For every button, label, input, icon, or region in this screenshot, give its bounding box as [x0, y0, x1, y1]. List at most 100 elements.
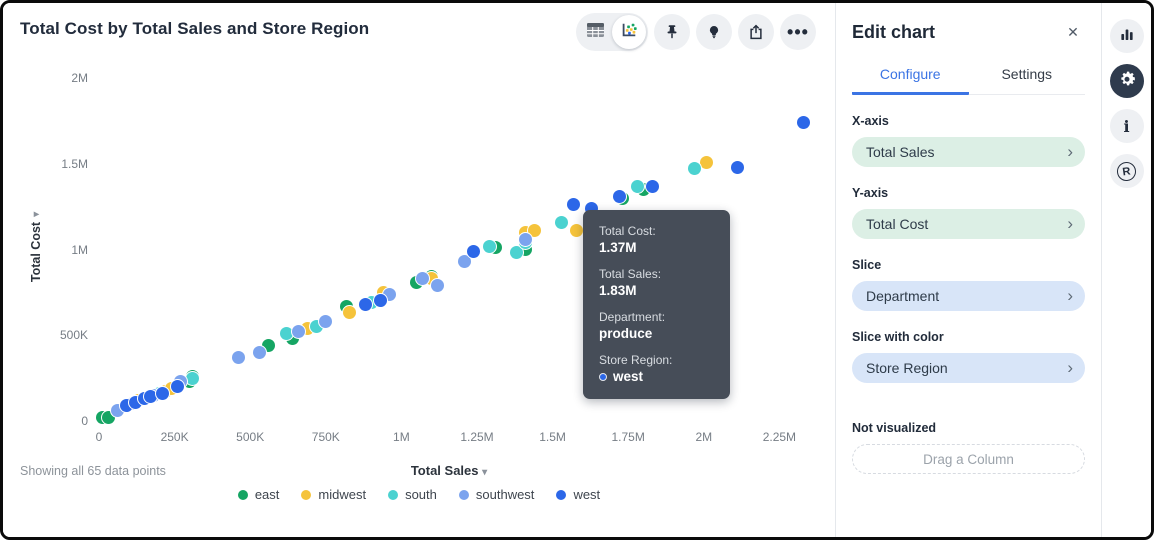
- chart-card: Total Cost by Total Sales and Store Regi…: [3, 3, 835, 537]
- r-logo-icon: R: [1116, 160, 1137, 181]
- legend-dot: [301, 490, 311, 500]
- chevron-down-icon: ▾: [31, 212, 42, 217]
- legend-label: west: [573, 487, 600, 502]
- chevron-right-icon: ›: [1067, 215, 1073, 232]
- info-icon: i: [1123, 117, 1129, 136]
- data-point-south[interactable]: [510, 246, 523, 259]
- y-tick-label: 500K: [3, 328, 88, 342]
- chevron-right-icon: ›: [1067, 359, 1073, 376]
- settings-rail-button[interactable]: [1110, 64, 1144, 98]
- data-point-south[interactable]: [631, 180, 644, 193]
- legend-dot: [388, 490, 398, 500]
- info-rail-button[interactable]: i: [1110, 109, 1144, 143]
- y-tick-label: 2M: [3, 71, 88, 85]
- data-point-west[interactable]: [567, 198, 580, 211]
- panel-tabs: Configure Settings: [852, 58, 1085, 95]
- data-point-southwest[interactable]: [319, 315, 332, 328]
- x-tick-label: 2M: [669, 430, 739, 444]
- chart-legend: east midwest south southwest west: [3, 487, 835, 502]
- chevron-down-icon: ▾: [482, 467, 487, 478]
- y-tick-label: 1.5M: [3, 157, 88, 171]
- data-point-south[interactable]: [280, 327, 293, 340]
- panel-title: Edit chart: [852, 22, 935, 43]
- chart-tooltip: Total Cost: 1.37M Total Sales: 1.83M Dep…: [583, 210, 730, 399]
- data-point-west[interactable]: [374, 294, 387, 307]
- data-point-west[interactable]: [359, 298, 372, 311]
- chart-rail-button[interactable]: [1110, 19, 1144, 53]
- legend-dot: [556, 490, 566, 500]
- slice-field-pill[interactable]: Department ›: [852, 281, 1085, 311]
- x-tick-label: 250K: [140, 430, 210, 444]
- data-point-west[interactable]: [731, 161, 744, 174]
- x-axis-section: X-axis Total Sales ›: [852, 114, 1085, 167]
- x-tick-label: 0: [64, 430, 134, 444]
- tooltip-row: Total Cost: 1.37M: [599, 223, 714, 257]
- data-point-south[interactable]: [186, 372, 199, 385]
- data-point-south[interactable]: [483, 240, 496, 253]
- legend-item-midwest[interactable]: midwest: [301, 487, 366, 502]
- legend-label: east: [255, 487, 280, 502]
- legend-label: southwest: [476, 487, 535, 502]
- data-point-midwest[interactable]: [570, 224, 583, 237]
- data-point-southwest[interactable]: [431, 279, 444, 292]
- close-panel-button[interactable]: ✕: [1061, 20, 1085, 44]
- legend-item-southwest[interactable]: southwest: [459, 487, 535, 502]
- app-window: Total Cost by Total Sales and Store Regi…: [0, 0, 1154, 540]
- data-point-midwest[interactable]: [343, 306, 356, 319]
- legend-item-east[interactable]: east: [238, 487, 280, 502]
- data-point-south[interactable]: [688, 162, 701, 175]
- data-point-southwest[interactable]: [253, 346, 266, 359]
- not-visualized-section: Not visualized Drag a Column: [852, 421, 1085, 474]
- edit-chart-panel: Edit chart ✕ Configure Settings X-axis T…: [835, 3, 1101, 537]
- plot-area: Total Cost ▾ Total Cost: 1.37M Total Sal…: [3, 3, 835, 537]
- data-point-west[interactable]: [797, 116, 810, 129]
- x-axis-field-dropdown[interactable]: Total Sales ▾: [99, 463, 799, 478]
- data-point-southwest[interactable]: [292, 325, 305, 338]
- y-axis-section: Y-axis Total Cost ›: [852, 186, 1085, 239]
- x-axis-label: Total Sales: [411, 463, 479, 478]
- chevron-right-icon: ›: [1067, 287, 1073, 304]
- data-point-midwest[interactable]: [700, 156, 713, 169]
- x-tick-label: 500K: [215, 430, 285, 444]
- data-point-west[interactable]: [156, 387, 169, 400]
- tooltip-row: Store Region: west: [599, 352, 714, 386]
- r-analysis-rail-button[interactable]: R: [1110, 154, 1144, 188]
- x-axis-field-pill[interactable]: Total Sales ›: [852, 137, 1085, 167]
- x-tick-label: 750K: [291, 430, 361, 444]
- close-icon: ✕: [1067, 24, 1079, 41]
- x-tick-label: 1.25M: [442, 430, 512, 444]
- data-point-west[interactable]: [646, 180, 659, 193]
- slice-section: Slice Department ›: [852, 258, 1085, 311]
- panel-header: Edit chart ✕: [836, 3, 1101, 44]
- right-icon-rail: i R: [1101, 3, 1151, 537]
- drag-column-drop-target[interactable]: Drag a Column: [852, 444, 1085, 474]
- gear-icon: [1117, 69, 1137, 94]
- data-point-west[interactable]: [613, 190, 626, 203]
- x-tick-label: 1.5M: [518, 430, 588, 444]
- x-tick-label: 2.25M: [744, 430, 814, 444]
- legend-item-west[interactable]: west: [556, 487, 600, 502]
- tab-configure[interactable]: Configure: [852, 58, 969, 95]
- chevron-right-icon: ›: [1067, 143, 1073, 160]
- x-tick-label: 1M: [366, 430, 436, 444]
- x-tick-label: 1.75M: [593, 430, 663, 444]
- data-point-southwest[interactable]: [232, 351, 245, 364]
- bar-chart-icon: [1118, 25, 1136, 48]
- legend-dot: [238, 490, 248, 500]
- data-point-southwest[interactable]: [519, 233, 532, 246]
- data-point-west[interactable]: [171, 380, 184, 393]
- tooltip-row: Department: produce: [599, 309, 714, 343]
- legend-label: midwest: [318, 487, 366, 502]
- legend-item-south[interactable]: south: [388, 487, 437, 502]
- legend-dot: [459, 490, 469, 500]
- tooltip-region-dot: [599, 373, 607, 381]
- slice-color-section: Slice with color Store Region ›: [852, 330, 1085, 383]
- data-point-west[interactable]: [467, 245, 480, 258]
- tooltip-row: Total Sales: 1.83M: [599, 266, 714, 300]
- slice-color-field-pill[interactable]: Store Region ›: [852, 353, 1085, 383]
- y-tick-label: 0: [3, 414, 88, 428]
- data-point-south[interactable]: [555, 216, 568, 229]
- tab-settings[interactable]: Settings: [969, 58, 1086, 95]
- y-axis-field-pill[interactable]: Total Cost ›: [852, 209, 1085, 239]
- legend-label: south: [405, 487, 437, 502]
